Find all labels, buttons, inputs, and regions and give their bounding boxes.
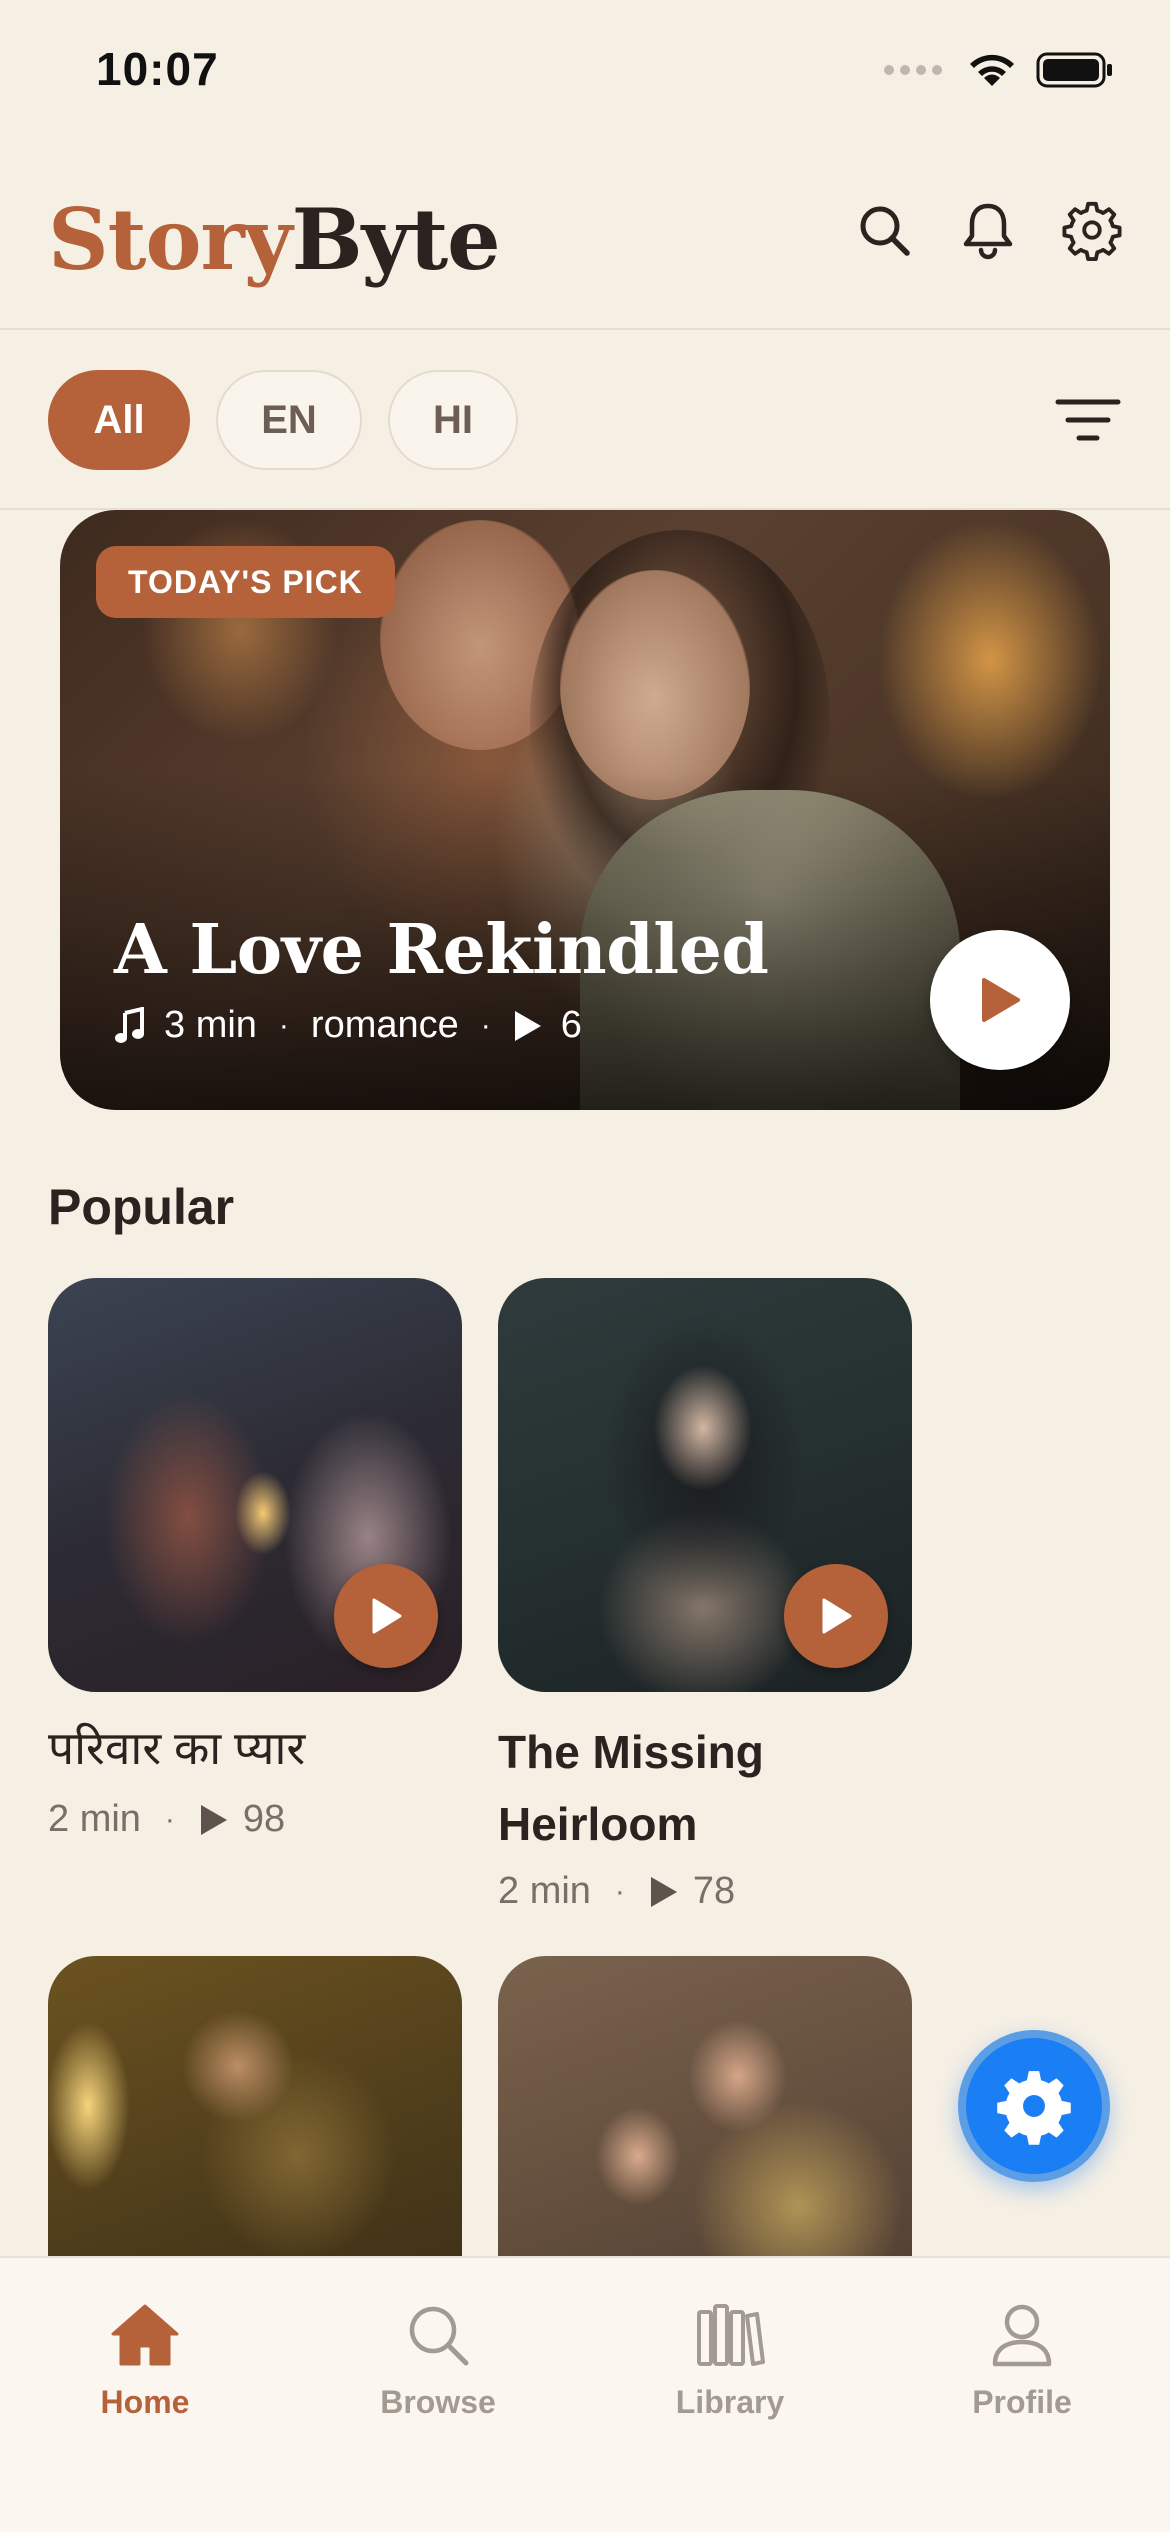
nav-item-browse[interactable]: Browse <box>338 2302 538 2421</box>
gear-icon <box>1062 201 1122 261</box>
story-play-button[interactable] <box>334 1564 438 1668</box>
story-meta: 2 min · 98 <box>48 1798 286 1840</box>
play-icon <box>822 1598 852 1634</box>
settings-button[interactable] <box>1062 198 1122 262</box>
story-card-thumbnail[interactable] <box>48 1278 462 1692</box>
featured-plays: 6 <box>560 1004 582 1046</box>
story-duration: 2 min <box>48 1798 141 1840</box>
filter-chip-en[interactable]: EN <box>216 370 362 470</box>
plays-icon <box>513 1009 543 1043</box>
header-actions <box>854 198 1122 262</box>
nav-item-profile[interactable]: Profile <box>922 2302 1122 2421</box>
story-title[interactable]: परिवार का प्यार <box>48 1712 305 1784</box>
bell-icon <box>963 203 1013 260</box>
nav-label-profile: Profile <box>972 2384 1072 2420</box>
wifi-icon <box>970 54 1014 86</box>
music-note-icon <box>114 1006 146 1045</box>
filter-chip-all[interactable]: All <box>48 370 190 470</box>
plays-icon <box>199 1803 229 1837</box>
featured-genre: romance <box>310 1004 459 1046</box>
play-icon <box>372 1598 402 1634</box>
status-indicators <box>884 50 1114 90</box>
language-filter-bar: All EN HI <box>0 332 1170 510</box>
search-icon <box>860 206 910 256</box>
filter-button[interactable] <box>1054 392 1122 448</box>
story-plays: 78 <box>692 1870 736 1912</box>
app-logo: StoryByte <box>48 190 501 289</box>
status-bar: 10:07 <box>0 0 1170 150</box>
filter-lines-icon <box>1055 399 1121 441</box>
settings-fab[interactable] <box>958 2030 1110 2182</box>
popular-section-title: Popular <box>48 1179 235 1235</box>
featured-story-meta: 3 min · romance · 6 <box>114 1004 582 1047</box>
story-meta: 2 min · 78 <box>498 1870 736 1912</box>
todays-pick-badge: TODAY'S PICK <box>96 546 395 618</box>
story-duration: 2 min <box>498 1870 591 1912</box>
featured-duration: 3 min <box>164 1004 257 1046</box>
story-card-thumbnail[interactable] <box>498 1278 912 1692</box>
nav-item-library[interactable]: Library <box>630 2302 830 2421</box>
cellular-signal-icon <box>884 65 942 75</box>
nav-label-browse: Browse <box>380 2384 496 2420</box>
bottom-navigation: Home Browse Library Profile <box>0 2256 1170 2532</box>
plays-icon <box>649 1875 679 1909</box>
featured-story-title: A Love Rekindled <box>114 910 769 990</box>
home-icon <box>111 2304 179 2366</box>
library-icon <box>697 2304 765 2366</box>
gear-icon <box>997 2071 1071 2145</box>
story-plays: 98 <box>242 1798 286 1840</box>
featured-story-card[interactable]: TODAY'S PICK A Love Rekindled 3 min · ro… <box>60 510 1110 1110</box>
battery-icon <box>1036 52 1112 88</box>
play-icon <box>982 978 1020 1022</box>
featured-play-button[interactable] <box>930 930 1070 1070</box>
profile-icon <box>992 2304 1052 2367</box>
notifications-button[interactable] <box>958 198 1018 262</box>
filter-chip-hi[interactable]: HI <box>388 370 518 470</box>
nav-label-home: Home <box>100 2384 190 2420</box>
story-title[interactable]: The Missing Heirloom <box>498 1716 764 1860</box>
app-screen: 10:07 StoryByte All EN HI TODAY'S PICK A… <box>0 0 1170 2532</box>
status-time: 10:07 <box>96 43 219 95</box>
search-button[interactable] <box>854 198 914 262</box>
nav-item-home[interactable]: Home <box>45 2302 245 2421</box>
app-header: StoryByte <box>0 150 1170 330</box>
search-icon <box>409 2306 469 2366</box>
story-play-button[interactable] <box>784 1564 888 1668</box>
nav-label-library: Library <box>675 2384 785 2420</box>
